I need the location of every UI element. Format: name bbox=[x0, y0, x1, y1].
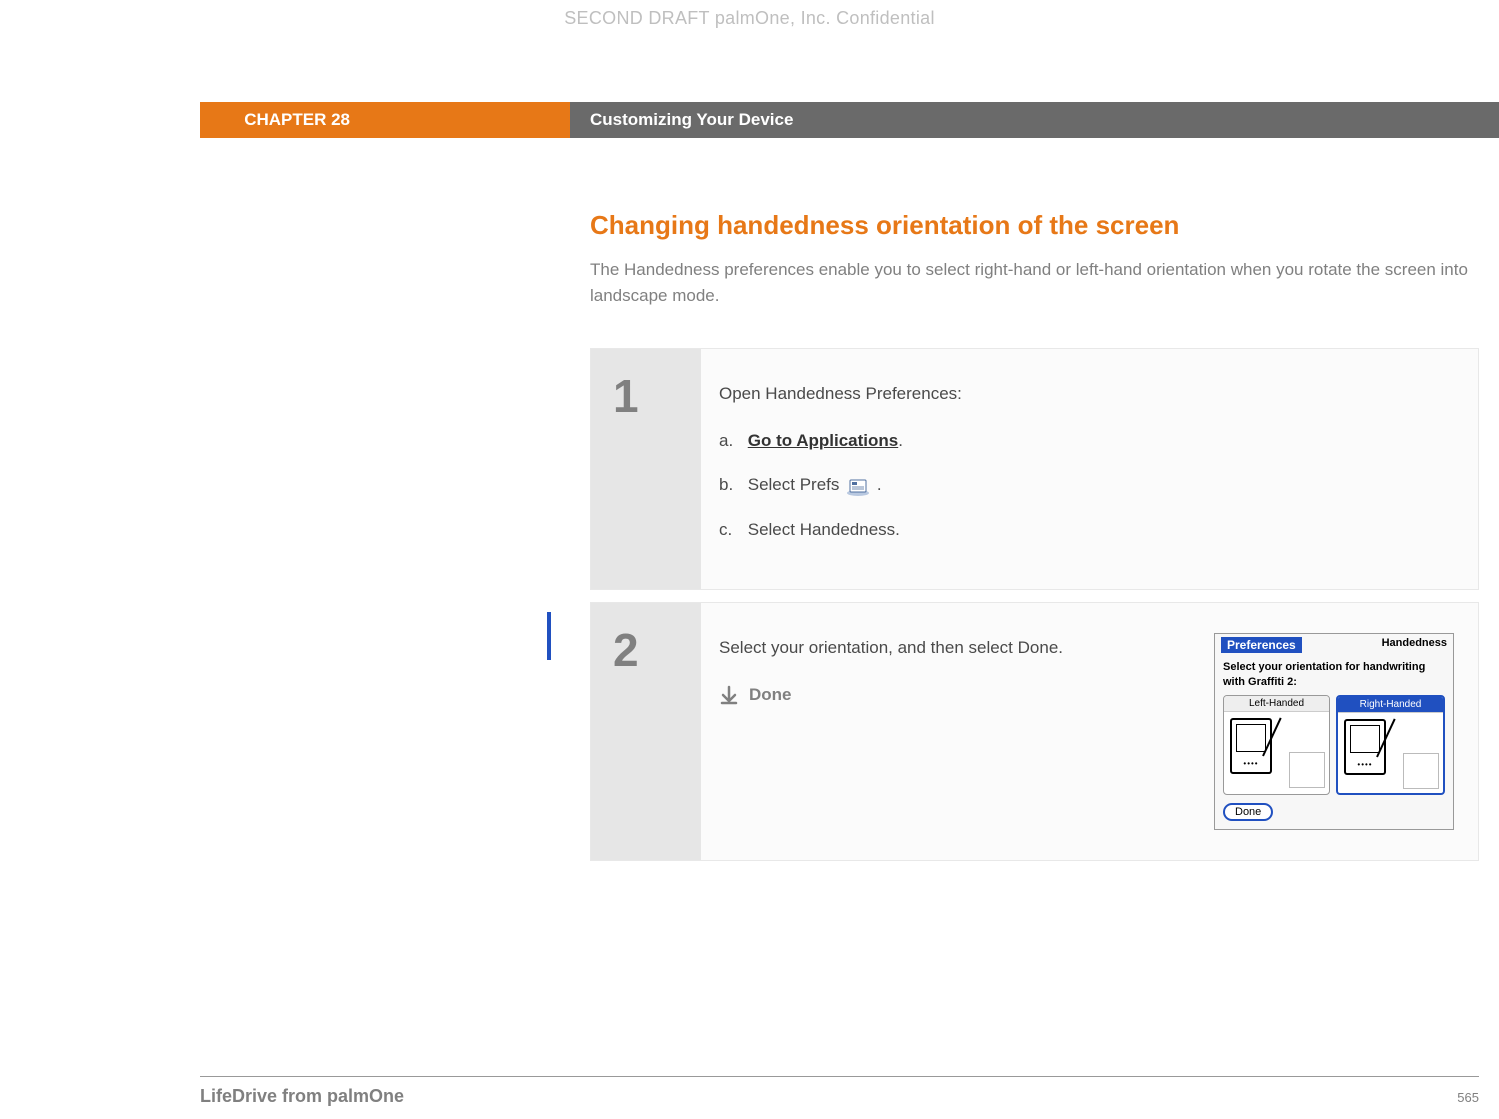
option-right-handed: Right-Handed •••• bbox=[1336, 695, 1445, 795]
screenshot-instruction: Select your orientation for handwriting … bbox=[1223, 660, 1445, 689]
writing-area-icon bbox=[1403, 753, 1439, 789]
step-number-col: 2 bbox=[591, 603, 701, 860]
screenshot-body: Select your orientation for handwriting … bbox=[1215, 656, 1453, 829]
chapter-title: Customizing Your Device bbox=[570, 102, 1499, 138]
substep-before: Select Prefs bbox=[748, 475, 844, 494]
prefs-icon bbox=[846, 477, 870, 495]
step-text: Select your orientation, and then select… bbox=[719, 633, 1194, 830]
chapter-bar: CHAPTER 28 Customizing Your Device bbox=[0, 102, 1499, 138]
option-label: Left-Handed bbox=[1224, 696, 1329, 712]
main-content: Changing handedness orientation of the s… bbox=[590, 210, 1479, 861]
done-arrow-icon bbox=[719, 685, 739, 705]
screenshot-app-title: Preferences bbox=[1221, 637, 1302, 653]
footer: LifeDrive from palmOne 565 bbox=[200, 1086, 1479, 1107]
substep-b: b. Select Prefs . bbox=[719, 470, 1454, 501]
step-number: 1 bbox=[613, 369, 701, 423]
substep-before: Select Handedness. bbox=[748, 520, 900, 539]
substep-after: . bbox=[898, 431, 903, 450]
done-label: Done bbox=[749, 680, 792, 711]
substep-letter: a. bbox=[719, 426, 743, 457]
watermark-text: SECOND DRAFT palmOne, Inc. Confidential bbox=[564, 8, 935, 29]
substep-a: a. Go to Applications. bbox=[719, 426, 1454, 457]
steps-container: 1 Open Handedness Preferences: a. Go to … bbox=[590, 348, 1479, 861]
screenshot-header: Preferences Handedness bbox=[1215, 634, 1453, 656]
step-content: Open Handedness Preferences: a. Go to Ap… bbox=[701, 349, 1478, 589]
step-number-col: 1 bbox=[591, 349, 701, 589]
chapter-label: CHAPTER 28 bbox=[200, 102, 570, 138]
step-2: 2 Select your orientation, and then sele… bbox=[590, 602, 1479, 861]
writing-area-icon bbox=[1289, 752, 1325, 788]
substep-letter: c. bbox=[719, 515, 743, 546]
screenshot-options: Left-Handed •••• bbox=[1223, 695, 1445, 795]
chapter-bar-spacer bbox=[0, 102, 200, 138]
done-indicator: Done bbox=[719, 680, 1194, 711]
device-screenshot: Preferences Handedness Select your orien… bbox=[1214, 633, 1454, 830]
section-title: Changing handedness orientation of the s… bbox=[590, 210, 1479, 241]
step-number: 2 bbox=[613, 623, 701, 677]
option-left-handed: Left-Handed •••• bbox=[1223, 695, 1330, 795]
screenshot-done-button: Done bbox=[1223, 803, 1273, 821]
substep-letter: b. bbox=[719, 470, 743, 501]
step-content: Select your orientation, and then select… bbox=[701, 603, 1478, 860]
step-lead: Open Handedness Preferences: bbox=[719, 379, 1454, 410]
footer-page-number: 565 bbox=[1457, 1090, 1479, 1105]
step-1: 1 Open Handedness Preferences: a. Go to … bbox=[590, 348, 1479, 590]
footer-product: LifeDrive from palmOne bbox=[200, 1086, 404, 1107]
step-instruction: Select your orientation, and then select… bbox=[719, 633, 1194, 664]
option-diagram: •••• bbox=[1338, 713, 1443, 793]
change-bar bbox=[547, 612, 551, 660]
screenshot-category: Handedness bbox=[1382, 637, 1447, 653]
option-diagram: •••• bbox=[1224, 712, 1329, 792]
option-label: Right-Handed bbox=[1338, 697, 1443, 713]
step-text: Open Handedness Preferences: a. Go to Ap… bbox=[719, 379, 1454, 559]
substep-c: c. Select Handedness. bbox=[719, 515, 1454, 546]
section-intro: The Handedness preferences enable you to… bbox=[590, 257, 1479, 308]
substep-after: . bbox=[877, 475, 882, 494]
go-to-applications-link[interactable]: Go to Applications bbox=[748, 431, 898, 450]
footer-rule bbox=[200, 1076, 1479, 1077]
